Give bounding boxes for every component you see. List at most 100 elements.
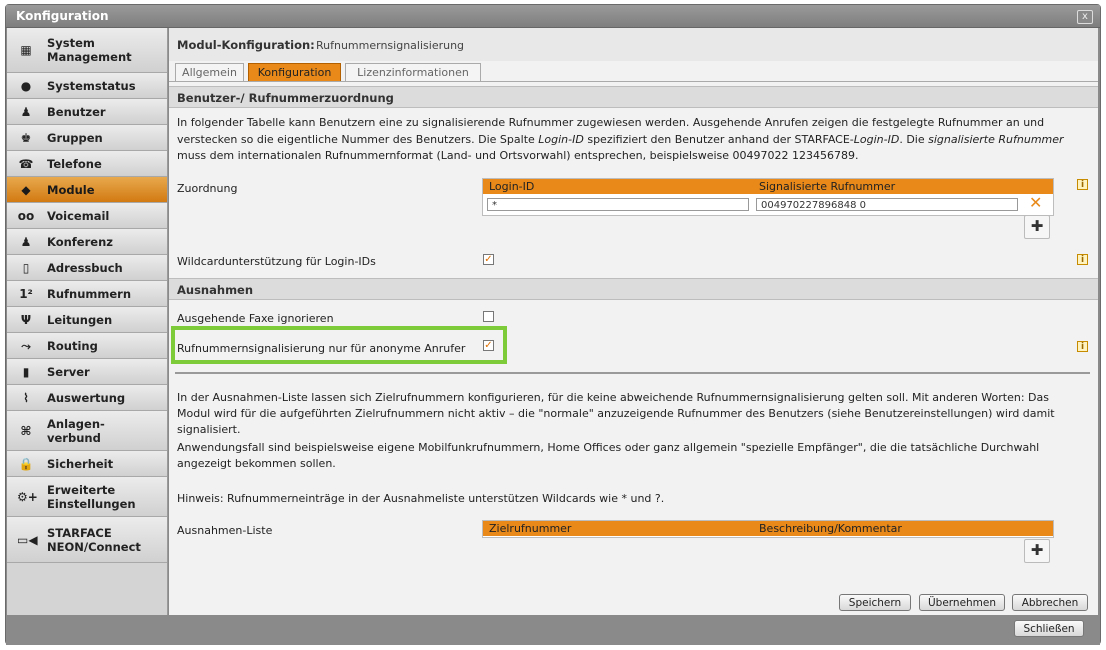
wildcard-checkbox[interactable]: ✓ [483,254,494,265]
sidebar: ▦ System Management ● Systemstatus ♟ Benutzer… [7,28,168,615]
chart-icon: ⌇ [23,390,29,405]
sidebar-item-label: Adressbuch [47,260,123,275]
assignment-description-3: muss dem internationalen Rufnummernforma… [177,149,859,162]
assignment-description-1: In folgender Tabelle kann Benutzern eine… [177,116,1045,129]
assignment-label: Zuordnung [177,182,238,195]
sidebar-item-adressbuch[interactable]: ▯ Adressbuch [7,255,167,281]
phone-icon: ☎ [18,156,34,171]
server-icon: ▮ [22,364,30,379]
tab-allgemein[interactable]: Allgemein [175,63,244,81]
status-icon: ● [20,78,32,93]
exceptions-description-4: Anwendungsfall sind beispielsweise eigen… [177,441,1040,454]
sidebar-item-benutzer[interactable]: ♟ Benutzer [7,99,167,125]
wildcard-hint: Hinweis: Rufnummerneinträge in der Ausna… [177,492,665,505]
sidebar-item-starface-neon-connect[interactable]: ▭◀ STARFACE NEON/Connect [7,517,167,563]
assignment-description-2: verstecken so die eigentliche Nummer des… [177,133,1064,146]
sidebar-item-label: Telefone [47,156,102,171]
exceptions-description-3: signalisiert. [177,423,241,436]
anonymous-checkbox[interactable]: ✓ [483,340,494,351]
sidebar-item-label: Auswertung [47,390,126,405]
section-title: Ausnahmen [177,283,254,297]
sidebar-item-systemstatus[interactable]: ● Systemstatus [7,73,167,99]
sidebar-item-label: System Management [47,36,132,64]
column-comment: Beschreibung/Kommentar [759,522,902,535]
cancel-button[interactable]: Abbrechen [1012,594,1088,611]
tab-konfiguration[interactable]: Konfiguration [248,63,341,81]
sidebar-item-module[interactable]: ◆ Module [7,177,167,203]
sidebar-item-label: Systemstatus [47,78,136,93]
system-icon: ▦ [20,43,32,57]
user-icon: ♟ [20,104,32,119]
sidebar-item-server[interactable]: ▮ Server [7,359,167,385]
sidebar-item-label: Anlagen-verbund [47,416,105,445]
sidebar-item-label: Gruppen [47,130,103,145]
exceptions-table: Zielrufnummer Beschreibung/Kommentar [482,520,1054,538]
exceptions-description-2: Modul wird für die aufgeführten Zielrufn… [177,407,1055,420]
exceptions-description-5: angezeigt bekommen sollen. [177,457,336,470]
close-button[interactable]: Schließen [1014,620,1084,637]
sidebar-item-routing[interactable]: ⤳ Routing [7,333,167,359]
conference-icon: ♟ [20,234,32,249]
settings-icon: ⚙+ [17,489,38,504]
routing-icon: ⤳ [21,338,31,353]
main-panel: Modul-Konfiguration: Rufnummernsignalisi… [169,28,1098,615]
sidebar-item-rufnummern[interactable]: 1² Rufnummern [7,281,167,307]
signalled-number-input[interactable]: 004970227896848 0 [756,198,1018,211]
module-header: Modul-Konfiguration: Rufnummernsignalisi… [169,28,1098,61]
save-button[interactable]: Speichern [839,594,911,611]
sidebar-item-label: Rufnummern [47,286,132,301]
anonymous-label: Rufnummernsignalisierung nur für anonyme… [177,342,466,355]
sidebar-item-label: Konferenz [47,234,113,249]
sidebar-item-label: Routing [47,338,98,353]
module-heading-value: Rufnummernsignalisierung [316,39,465,52]
sidebar-item-leitungen[interactable]: Ψ Leitungen [7,307,167,333]
apply-button[interactable]: Übernehmen [919,594,1005,611]
sidebar-item-label: Sicherheit [47,456,114,471]
sidebar-item-system-management[interactable]: ▦ System Management [7,28,167,73]
network-icon: ⌘ [20,423,32,438]
module-heading-key: Modul-Konfiguration: [177,38,315,52]
wildcard-label: Wildcardunterstützung für Login-IDs [177,255,376,268]
info-icon[interactable]: i [1077,179,1088,190]
login-id-input[interactable]: * [487,198,749,211]
addressbook-icon: ▯ [22,260,30,275]
sidebar-item-telefone[interactable]: ☎ Telefone [7,151,167,177]
add-exception-button[interactable]: ✚ [1024,539,1050,563]
group-icon: ♚ [20,130,32,145]
window-title: Konfiguration [16,9,109,23]
sidebar-item-gruppen[interactable]: ♚ Gruppen [7,125,167,151]
lines-icon: Ψ [20,312,32,327]
fax-label: Ausgehende Faxe ignorieren [177,312,334,325]
sidebar-item-sicherheit[interactable]: 🔒 Sicherheit [7,451,167,477]
sidebar-item-label: Leitungen [47,312,113,327]
tab-divider [169,81,1098,82]
info-icon[interactable]: i [1077,254,1088,265]
delete-row-icon[interactable]: ✕ [1029,193,1042,212]
section-title: Benutzer-/ Rufnummerzuordnung [177,91,394,105]
close-window-icon[interactable]: x [1077,10,1093,24]
bottom-bar: Schließen [6,615,1100,645]
sidebar-item-anlagen-verbund[interactable]: ⌘ Anlagen-verbund [7,411,167,451]
add-assignment-button[interactable]: ✚ [1024,215,1050,239]
column-target-number: Zielrufnummer [489,522,572,535]
sidebar-item-voicemail[interactable]: oo Voicemail [7,203,167,229]
tab-lizenzinformationen[interactable]: Lizenzinformationen [345,63,481,81]
section-header-exceptions: Ausnahmen [169,278,1098,300]
module-icon: ◆ [21,182,31,197]
info-icon[interactable]: i [1077,341,1088,352]
exceptions-table-header: Zielrufnummer Beschreibung/Kommentar [483,521,1053,536]
fax-checkbox[interactable] [483,311,494,322]
sidebar-item-auswertung[interactable]: ⌇ Auswertung [7,385,167,411]
title-bar: Konfiguration x [6,5,1100,28]
numbers-icon: 1² [19,286,33,301]
column-login-id: Login-ID [489,180,535,193]
sidebar-item-label: STARFACE NEON/Connect [47,525,141,554]
voicemail-icon: oo [17,208,35,223]
section-header-assignment: Benutzer-/ Rufnummerzuordnung [169,86,1098,108]
sidebar-item-erweiterte-einstellungen[interactable]: ⚙+ Erweiterte Einstellungen [7,477,167,517]
exceptions-list-label: Ausnahmen-Liste [177,524,273,537]
lock-icon: 🔒 [18,456,34,471]
sidebar-item-konferenz[interactable]: ♟ Konferenz [7,229,167,255]
sidebar-item-label: Erweiterte Einstellungen [47,482,136,511]
configuration-window: Konfiguration x ▦ System Management ● Syste… [5,4,1101,645]
